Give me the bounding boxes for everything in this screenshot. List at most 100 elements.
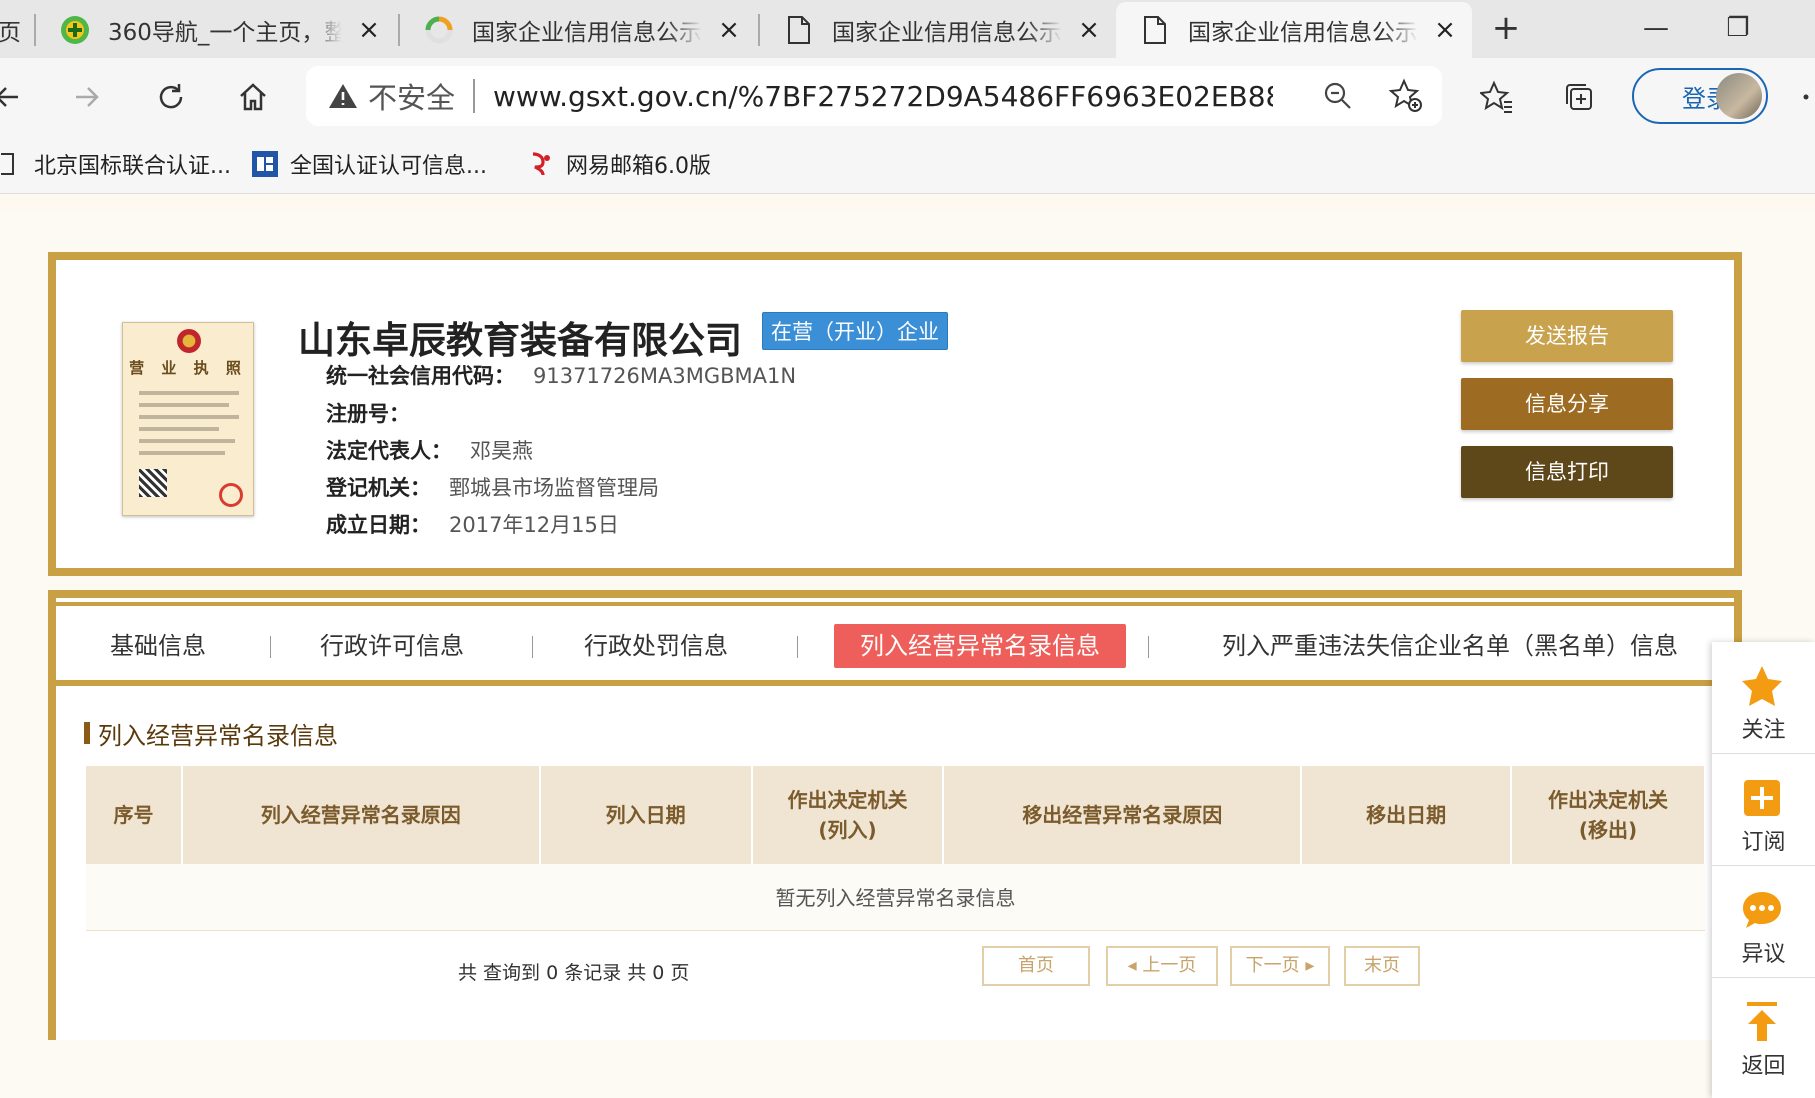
url-text[interactable]: www.gsxt.gov.cn/%7BF275272D9A5486FF6963E… [493, 80, 1273, 113]
tab-abnormal-operation[interactable]: 列入经营异常名录信息 [834, 624, 1126, 668]
page-icon [784, 15, 814, 45]
close-tab-icon[interactable]: × [714, 15, 744, 45]
column-header: 作出决定机关 (移出) [1511, 766, 1706, 864]
chat-bubble-icon [1740, 888, 1784, 932]
browser-tab-gsxt-1[interactable]: 国家企业信用信息公示系统 × [400, 2, 756, 58]
next-page-button[interactable]: 下一页 ▸ [1230, 946, 1330, 986]
loading-spinner-icon [424, 15, 454, 45]
field-value: 鄄城县市场监督管理局 [449, 476, 659, 500]
tab-separator [532, 636, 533, 658]
column-header: 列入日期 [539, 766, 753, 864]
floating-sidebar: 关注 订阅 异议 返回 [1712, 642, 1815, 1098]
address-separator [473, 79, 476, 113]
restore-button[interactable]: ❐ [1718, 8, 1758, 48]
abnormal-list-table: 序号 列入经营异常名录原因 列入日期 作出决定机关 (列入) 移出经营异常名录原… [86, 766, 1706, 931]
arrow-up-icon [1740, 1000, 1784, 1044]
establishment-date-row: 成立日期： 2017年12月15日 [326, 509, 619, 539]
business-license-image[interactable]: 营 业 执 照 [122, 322, 254, 516]
last-page-button[interactable]: 末页 [1344, 946, 1420, 986]
tab-basic-info[interactable]: 基础信息 [86, 624, 230, 668]
security-label[interactable]: 不安全 [368, 75, 455, 117]
browser-tab-gsxt-2[interactable]: 国家企业信用信息公示系统 × [760, 2, 1116, 58]
first-page-button[interactable]: 首页 [982, 946, 1090, 986]
tab-blacklist[interactable]: 列入严重违法失信企业名单（黑名单）信息 [1198, 624, 1702, 668]
tab-admin-penalty[interactable]: 行政处罚信息 [560, 624, 752, 668]
page-content: 营 业 执 照 山东卓辰教育装备有限公司 在营（开业）企业 统一社会信用代码： 9… [0, 194, 1815, 1098]
browser-toolbar: 不安全 www.gsxt.gov.cn/%7BF275272D9A5486FF6… [0, 58, 1815, 136]
field-label: 统一社会信用代码： [326, 364, 515, 388]
browser-tab-gsxt-active[interactable]: 国家企业信用信息公示系统 × [1116, 2, 1472, 58]
sidebar-label: 关注 [1741, 718, 1786, 743]
seal-icon [219, 483, 243, 507]
tab-title: 国家企业信用信息公示系统 [832, 20, 1062, 46]
column-header: 列入经营异常名录原因 [181, 766, 541, 864]
tab-admin-license[interactable]: 行政许可信息 [296, 624, 488, 668]
star-icon [1740, 664, 1784, 708]
plus-square-icon [1740, 776, 1784, 820]
tab-separator [797, 636, 798, 658]
favorites-icon[interactable] [1472, 72, 1522, 122]
table-header-row: 序号 列入经营异常名录原因 列入日期 作出决定机关 (列入) 移出经营异常名录原… [86, 766, 1706, 864]
minimize-button[interactable]: — [1636, 8, 1676, 48]
column-header: 作出决定机关 (列入) [751, 766, 945, 864]
add-favorite-icon[interactable] [1388, 78, 1424, 118]
back-to-top-button[interactable]: 返回 [1712, 978, 1815, 1090]
refresh-icon[interactable] [146, 72, 196, 122]
share-info-button[interactable]: 信息分享 [1461, 378, 1673, 430]
field-label: 法定代表人： [326, 439, 452, 463]
legal-representative-row: 法定代表人： 邓昊燕 [326, 435, 533, 465]
address-bar[interactable]: 不安全 www.gsxt.gov.cn/%7BF275272D9A5486FF6… [306, 66, 1442, 126]
column-header: 移出日期 [1301, 766, 1513, 864]
follow-button[interactable]: 关注 [1712, 642, 1815, 754]
license-text-line [139, 391, 239, 395]
close-tab-icon[interactable]: × [1430, 15, 1460, 45]
info-tabs: 基础信息 行政许可信息 行政处罚信息 列入经营异常名录信息 列入严重违法失信企业… [56, 606, 1734, 686]
registration-number-row: 注册号： [326, 398, 428, 428]
license-text-line [139, 439, 235, 443]
close-tab-icon[interactable]: × [1074, 15, 1104, 45]
empty-message: 暂无列入经营异常名录信息 [86, 864, 1705, 931]
content-card: 基础信息 行政许可信息 行政处罚信息 列入经营异常名录信息 列入严重违法失信企业… [48, 590, 1742, 1040]
prev-page-button[interactable]: ◂ 上一页 [1106, 946, 1218, 986]
bookmark-item[interactable]: 全国认证认可信息... [250, 144, 487, 184]
license-text-line [139, 427, 219, 431]
bookmark-item[interactable]: 网易邮箱6.0版 [526, 144, 711, 184]
collections-icon[interactable] [1554, 72, 1604, 122]
zoom-out-icon[interactable] [1322, 80, 1354, 116]
360-logo-icon [60, 15, 90, 45]
sidebar-label: 订阅 [1741, 830, 1786, 855]
status-badge: 在营（开业）企业 [762, 312, 948, 350]
table-row: 暂无列入经营异常名录信息 [86, 864, 1705, 931]
login-button[interactable]: 登录 [1632, 68, 1768, 124]
field-value: 2017年12月15日 [449, 513, 619, 537]
license-text-line [139, 451, 225, 455]
tab-partial-label: 页 [0, 20, 21, 46]
license-text-line [139, 403, 229, 407]
tab-title: 国家企业信用信息公示系统 [1188, 20, 1418, 46]
warning-icon[interactable] [328, 82, 358, 110]
close-tab-icon[interactable]: × [354, 15, 384, 45]
company-header-card: 营 业 执 照 山东卓辰教育装备有限公司 在营（开业）企业 统一社会信用代码： 9… [48, 252, 1742, 576]
more-icon[interactable] [1784, 72, 1815, 122]
new-tab-button[interactable]: + [1486, 8, 1526, 48]
browser-tab-partial[interactable]: 页 [0, 2, 30, 58]
divider [48, 590, 1742, 598]
sidebar-label: 异议 [1741, 942, 1786, 967]
send-report-button[interactable]: 发送报告 [1461, 310, 1673, 362]
browser-tab-360[interactable]: 360导航_一个主页，整个世界 × [36, 2, 396, 58]
bookmark-item[interactable]: 北京国标联合认证... [0, 144, 231, 184]
print-info-button[interactable]: 信息打印 [1461, 446, 1673, 498]
home-icon[interactable] [228, 72, 278, 122]
subscribe-button[interactable]: 订阅 [1712, 754, 1815, 866]
netease-mail-icon [526, 149, 556, 179]
credit-code-row: 统一社会信用代码： 91371726MA3MGBMA1N [326, 360, 796, 390]
tab-title: 360导航_一个主页，整个世界 [108, 20, 342, 46]
forward-icon[interactable] [62, 72, 112, 122]
company-name: 山东卓辰教育装备有限公司 [298, 319, 742, 362]
objection-button[interactable]: 异议 [1712, 866, 1815, 978]
back-icon[interactable] [0, 72, 32, 122]
pager-summary: 共 查询到 0 条记录 共 0 页 [458, 962, 690, 984]
field-label: 注册号： [326, 402, 410, 426]
browser-chrome: 页 360导航_一个主页，整个世界 × 国家企业信用信息公示系统 × 国家企业信… [0, 0, 1815, 194]
field-value: 91371726MA3MGBMA1N [533, 364, 797, 388]
